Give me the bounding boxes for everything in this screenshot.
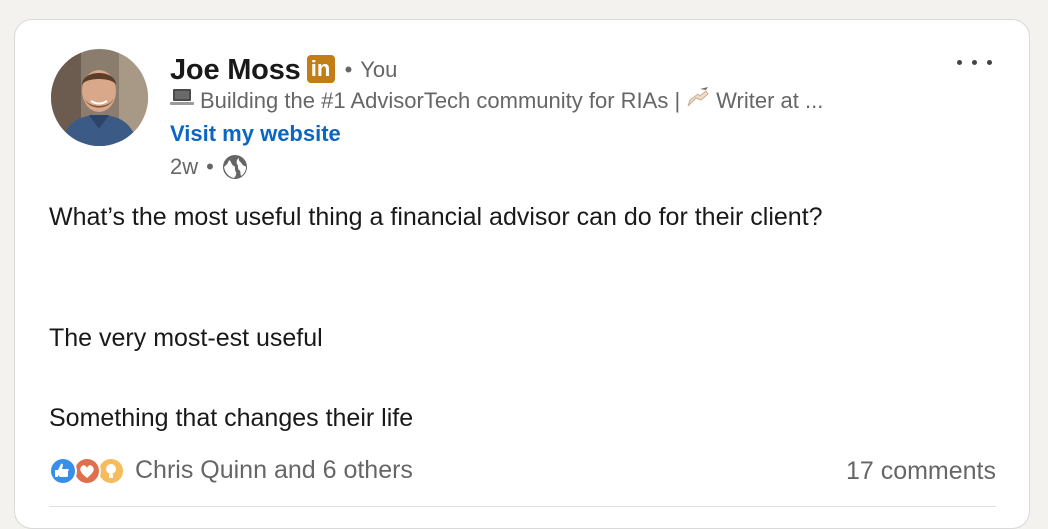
like-icon bbox=[49, 456, 77, 485]
avatar[interactable] bbox=[51, 49, 148, 146]
author-headline: Building the #1 AdvisorTech community fo… bbox=[170, 86, 824, 116]
more-options-icon[interactable] bbox=[955, 50, 995, 74]
post-text-line-1: What’s the most useful thing a financial… bbox=[49, 203, 823, 231]
globe-icon bbox=[222, 154, 248, 180]
reactions-summary[interactable]: Chris Quinn and 6 others bbox=[49, 456, 413, 485]
headline-part-2: Writer at ... bbox=[716, 88, 824, 113]
author-name[interactable]: Joe Moss bbox=[170, 54, 301, 87]
visit-website-link[interactable]: Visit my website bbox=[170, 121, 341, 147]
post-text-line-2: The very most-est useful bbox=[49, 324, 323, 352]
author-relation: You bbox=[360, 57, 398, 82]
badge-text: in bbox=[310, 56, 331, 81]
love-icon bbox=[73, 456, 101, 485]
comments-count[interactable]: 17 comments bbox=[846, 457, 996, 486]
meta-separator: • bbox=[206, 154, 214, 179]
laptop-icon bbox=[170, 87, 194, 113]
insightful-icon bbox=[97, 456, 125, 485]
post-card: Joe Moss in • You Building the #1 Adviso… bbox=[14, 19, 1030, 529]
writing-hand-icon bbox=[686, 86, 710, 114]
headline-part-1: Building the #1 AdvisorTech community fo… bbox=[200, 88, 681, 113]
linkedin-premium-icon: in bbox=[306, 55, 335, 83]
separator-dot: • bbox=[344, 57, 353, 82]
reaction-icons bbox=[49, 456, 127, 485]
divider bbox=[49, 506, 996, 507]
author-row: Joe Moss in • You bbox=[170, 50, 397, 90]
reactors-text: Chris Quinn and 6 others bbox=[135, 456, 413, 484]
post-text-line-3: Something that changes their life bbox=[49, 404, 414, 432]
post-meta: 2w • bbox=[170, 154, 248, 180]
post-time[interactable]: 2w bbox=[170, 154, 198, 180]
